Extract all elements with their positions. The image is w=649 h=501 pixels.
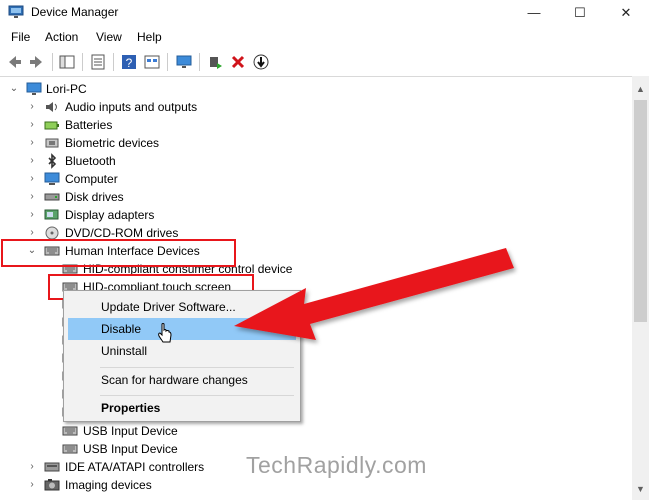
collapse-chevron-icon[interactable]: ⌄ (9, 80, 19, 98)
expand-chevron-icon[interactable]: › (27, 170, 37, 188)
tree-device-label: USB Input Device (83, 424, 178, 438)
menu-view[interactable]: View (96, 30, 122, 44)
tree-node-computer[interactable]: › Computer (0, 170, 300, 188)
bluetooth-icon (48, 153, 57, 169)
menu-action[interactable]: Action (45, 30, 78, 44)
update-driver-icon[interactable] (207, 54, 223, 70)
battery-icon (44, 121, 59, 130)
tree-node-bluetooth[interactable]: › Bluetooth (0, 152, 300, 170)
camera-icon (44, 479, 60, 491)
toolbar-separator (167, 53, 168, 71)
toolbar-separator (82, 53, 83, 71)
tree-node-root[interactable]: ⌄ Lori-PC (0, 80, 300, 98)
speaker-icon (46, 102, 57, 112)
tree-category-label: Batteries (65, 118, 113, 132)
uninstall-icon[interactable] (230, 54, 246, 70)
help-icon[interactable]: ? (121, 54, 137, 70)
device-manager-icon (8, 5, 24, 18)
highlight-box-hid (1, 239, 236, 267)
svg-text:?: ? (126, 56, 133, 70)
monitor-icon (44, 172, 60, 185)
expand-chevron-icon[interactable]: › (27, 206, 37, 224)
enable-device-icon[interactable] (253, 54, 269, 70)
red-arrow-annotation (234, 248, 514, 340)
tree-node-disk-drives[interactable]: › Disk drives (0, 188, 300, 206)
tree-category-label: Disk drives (65, 190, 124, 204)
tree-node-batteries[interactable]: › Batteries (0, 116, 300, 134)
menu-separator (100, 395, 294, 396)
forward-icon[interactable] (28, 54, 44, 70)
menu-help[interactable]: Help (137, 30, 162, 44)
fingerprint-device-icon (45, 138, 59, 148)
scroll-down-arrow-icon[interactable]: ▼ (632, 480, 649, 497)
toolbar-separator (199, 53, 200, 71)
tree-node-audio[interactable]: › Audio inputs and outputs (0, 98, 300, 116)
maximize-button[interactable]: ☐ (557, 0, 603, 25)
window-title: Device Manager (31, 5, 119, 19)
expand-chevron-icon[interactable]: › (27, 134, 37, 152)
tree-root-label: Lori-PC (46, 82, 87, 96)
expand-chevron-icon[interactable]: › (27, 458, 37, 476)
ide-controller-icon (44, 462, 60, 472)
expand-chevron-icon[interactable]: › (27, 98, 37, 116)
menu-separator (100, 367, 294, 368)
close-button[interactable]: ✕ (603, 0, 649, 25)
keyboard-icon (62, 444, 78, 454)
keyboard-icon (62, 426, 78, 436)
toolbar-separator (52, 53, 53, 71)
back-icon[interactable] (7, 54, 23, 70)
menu-bar: File Action View Help (0, 27, 649, 47)
minimize-button[interactable]: — (511, 0, 557, 25)
tree-category-label: IDE ATA/ATAPI controllers (65, 460, 205, 474)
tree-category-label: Bluetooth (65, 154, 116, 168)
menu-item-scan[interactable]: Scan for hardware changes (68, 369, 296, 391)
tree-category-label: Biometric devices (65, 136, 160, 150)
tree-node-biometric[interactable]: › Biometric devices (0, 134, 300, 152)
expand-chevron-icon[interactable]: › (27, 188, 37, 206)
computer-icon (26, 82, 42, 95)
tree-node-usb-input-1[interactable]: USB Input Device (0, 422, 320, 440)
toolbar-separator (113, 53, 114, 71)
menu-item-properties[interactable]: Properties (68, 397, 296, 419)
hand-cursor-icon (158, 323, 172, 343)
properties-icon[interactable] (90, 54, 106, 70)
expand-chevron-icon[interactable]: › (27, 152, 37, 170)
expand-chevron-icon[interactable]: › (27, 116, 37, 134)
menu-file[interactable]: File (11, 30, 30, 44)
expand-chevron-icon[interactable]: › (27, 476, 37, 494)
view-icon[interactable] (144, 54, 160, 70)
title-bar: Device Manager — ☐ ✕ (0, 0, 649, 25)
show-hide-console-tree-icon[interactable] (59, 54, 75, 70)
scroll-up-arrow-icon[interactable]: ▲ (632, 80, 649, 97)
disk-drive-icon (44, 193, 60, 201)
display-adapter-icon (44, 209, 59, 220)
scrollbar-thumb[interactable] (634, 100, 647, 322)
tree-category-label: Display adapters (65, 208, 155, 222)
tree-category-label: Computer (65, 172, 118, 186)
watermark-text: TechRapidly.com (246, 452, 427, 478)
tree-node-display-adapters[interactable]: › Display adapters (0, 206, 300, 224)
toolbar: ? (0, 50, 649, 74)
tree-category-label: Audio inputs and outputs (65, 100, 198, 114)
tree-category-label: Imaging devices (65, 478, 152, 492)
tree-device-label: USB Input Device (83, 442, 178, 456)
computer-monitor-icon[interactable] (176, 54, 192, 70)
